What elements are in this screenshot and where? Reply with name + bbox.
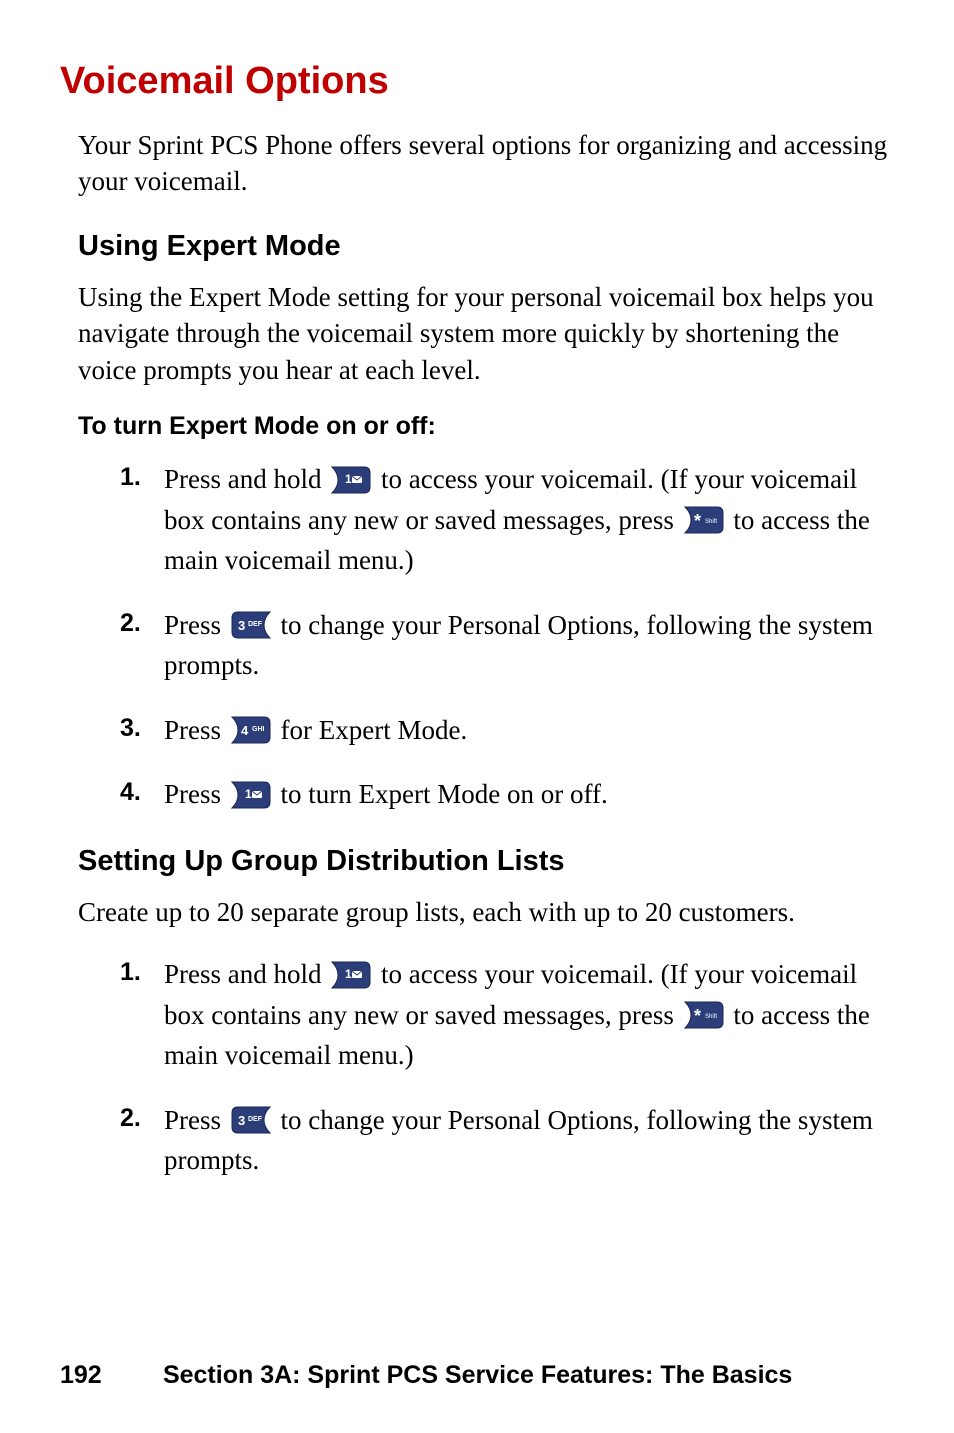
- svg-text:1: 1: [345, 472, 352, 486]
- svg-text:Shift: Shift: [705, 1014, 717, 1020]
- groups-step-2: 2. Press 3 DEF to change your Personal O…: [120, 1100, 894, 1181]
- key-star-icon: * Shift: [683, 1000, 725, 1030]
- step-text: to turn Expert Mode on or off.: [281, 779, 608, 809]
- svg-text:1: 1: [345, 967, 352, 981]
- svg-text:3: 3: [238, 1113, 245, 1128]
- intro-paragraph: Your Sprint PCS Phone offers several opt…: [78, 127, 894, 200]
- key-1-icon: 1: [230, 780, 272, 810]
- step-text: Press and hold: [164, 959, 328, 989]
- expert-mode-subheading: To turn Expert Mode on or off:: [78, 412, 894, 441]
- key-4-icon: 4 GHI: [230, 715, 272, 745]
- key-star-icon: * Shift: [683, 505, 725, 535]
- key-3-icon: 3 DEF: [230, 610, 272, 640]
- groups-step-1: 1. Press and hold 1 to access your voice…: [120, 954, 894, 1076]
- expert-steps: 1. Press and hold 1 to access your voice…: [120, 459, 894, 815]
- page: Voicemail Options Your Sprint PCS Phone …: [0, 0, 954, 1433]
- key-1-icon: 1: [330, 960, 372, 990]
- step-text: Press: [164, 1105, 228, 1135]
- svg-text:1: 1: [245, 787, 252, 801]
- svg-text:DEF: DEF: [248, 1116, 263, 1123]
- section-heading: Voicemail Options: [60, 60, 894, 103]
- step-text: for Expert Mode.: [281, 715, 468, 745]
- expert-step-2: 2. Press 3 DEF to change your Personal O…: [120, 605, 894, 686]
- page-number: 192: [60, 1361, 156, 1390]
- groups-steps: 1. Press and hold 1 to access your voice…: [120, 954, 894, 1181]
- groups-heading: Setting Up Group Distribution Lists: [78, 845, 894, 878]
- svg-text:DEF: DEF: [248, 621, 263, 628]
- expert-mode-desc: Using the Expert Mode setting for your p…: [78, 279, 894, 388]
- page-footer: 192 Section 3A: Sprint PCS Service Featu…: [60, 1361, 894, 1390]
- svg-text:3: 3: [238, 618, 245, 633]
- svg-text:*: *: [694, 1006, 701, 1026]
- step-number: 2.: [120, 1100, 141, 1138]
- step-text: Press and hold: [164, 464, 328, 494]
- key-3-icon: 3 DEF: [230, 1105, 272, 1135]
- svg-text:Shift: Shift: [705, 519, 717, 525]
- step-number: 3.: [120, 710, 141, 748]
- svg-text:4: 4: [241, 723, 249, 738]
- step-number: 2.: [120, 605, 141, 643]
- step-number: 1.: [120, 459, 141, 497]
- expert-mode-heading: Using Expert Mode: [78, 230, 894, 263]
- step-text: Press: [164, 610, 228, 640]
- key-1-icon: 1: [330, 465, 372, 495]
- step-number: 4.: [120, 774, 141, 812]
- footer-section: Section 3A: Sprint PCS Service Features:…: [163, 1361, 792, 1389]
- expert-step-3: 3. Press 4 GHI for Expert Mode.: [120, 710, 894, 751]
- step-number: 1.: [120, 954, 141, 992]
- step-text: Press: [164, 779, 228, 809]
- groups-desc: Create up to 20 separate group lists, ea…: [78, 894, 894, 930]
- expert-step-4: 4. Press 1 to turn Expert Mode on or off…: [120, 774, 894, 815]
- step-text: Press: [164, 715, 228, 745]
- svg-text:GHI: GHI: [252, 726, 265, 733]
- svg-text:*: *: [694, 511, 701, 531]
- expert-step-1: 1. Press and hold 1 to access your voice…: [120, 459, 894, 581]
